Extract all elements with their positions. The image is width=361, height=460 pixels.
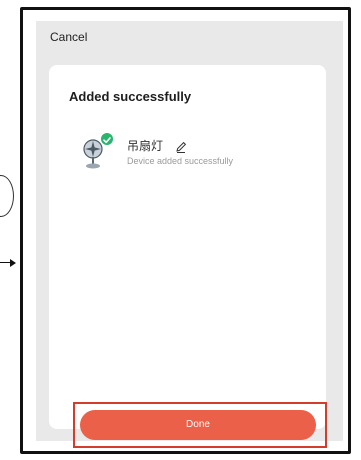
side-callout-circle xyxy=(0,175,14,217)
device-name: 吊扇灯 xyxy=(127,139,164,153)
device-name-line: 吊扇灯 xyxy=(127,137,188,154)
device-status: Device added successfully xyxy=(127,156,234,166)
app-screen: Cancel Added successfully 吊扇灯 Device add… xyxy=(36,21,343,448)
done-highlight-frame: Done xyxy=(73,402,327,448)
side-callout-arrow-icon xyxy=(10,259,16,267)
check-badge-icon xyxy=(101,133,113,145)
device-row: 吊扇灯 Device added successfully xyxy=(79,133,319,179)
pencil-icon[interactable] xyxy=(174,140,188,154)
done-button[interactable]: Done xyxy=(80,410,316,440)
cancel-button[interactable]: Cancel xyxy=(50,30,87,44)
success-card: Added successfully 吊扇灯 Device added succ… xyxy=(49,65,327,448)
card-title: Added successfully xyxy=(69,89,192,104)
